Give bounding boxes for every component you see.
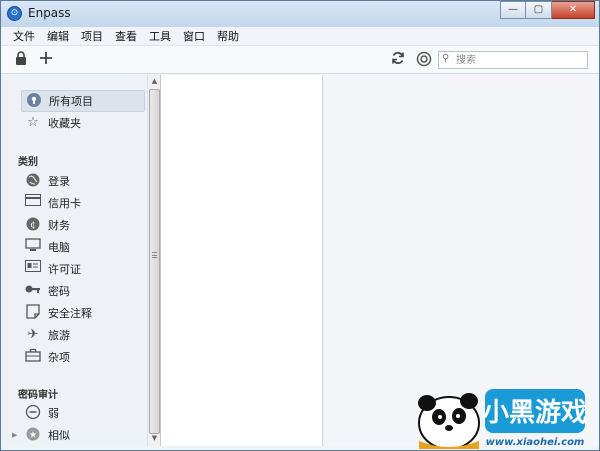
xiaohei-watermark-logo: 小黑游戏 www.xiaohei.com (407, 383, 600, 450)
menu-edit[interactable]: 编辑 (41, 28, 75, 44)
star-icon: ☆ (27, 115, 39, 130)
gear-icon[interactable] (415, 51, 433, 69)
finance-icon: ¢ (24, 216, 42, 234)
sidebar-item-travel[interactable]: ✈ 旅游 (21, 324, 145, 346)
vault-icon (25, 92, 43, 110)
sidebar-item-weak[interactable]: 弱 (21, 402, 145, 424)
svg-text:¢: ¢ (30, 221, 36, 231)
search-input[interactable] (456, 52, 584, 68)
sidebar-item-favorites[interactable]: ☆ 收藏夹 (21, 112, 145, 134)
window-controls: — ▢ ✕ (500, 1, 595, 19)
airplane-icon: ✈ (27, 327, 39, 342)
scroll-down-icon[interactable]: ▼ (148, 432, 161, 445)
scroll-up-icon[interactable]: ▲ (148, 75, 161, 88)
sidebar-item-label: 相似 (48, 429, 70, 442)
item-list-pane[interactable] (161, 75, 323, 446)
sidebar-item-label: 信用卡 (48, 197, 81, 210)
sidebar-scrollbar[interactable]: ▲ ▼ (147, 75, 161, 446)
note-icon (24, 304, 42, 322)
enpass-logo-icon: ⊙ (7, 6, 22, 21)
password-audit-header: 密码审计 (18, 390, 58, 401)
sidebar-item-label: 收藏夹 (48, 117, 81, 130)
grip-icon (152, 252, 157, 258)
sidebar-item-label: 密码 (48, 285, 70, 298)
menu-bar: 文件 编辑 项目 查看 工具 窗口 帮助 (1, 27, 599, 46)
sidebar-item-similar[interactable]: ★ 相似 (21, 424, 145, 446)
globe-icon (24, 172, 42, 190)
window-title: Enpass (28, 6, 71, 20)
sidebar-item-label: 旅游 (48, 329, 70, 342)
briefcase-icon (24, 348, 42, 366)
titlebar: ⊙ Enpass — ▢ ✕ (1, 1, 599, 27)
svg-text:★: ★ (29, 431, 37, 441)
minimize-button[interactable]: — (500, 1, 526, 19)
sidebar-item-label: 安全注释 (48, 307, 92, 320)
menu-view[interactable]: 查看 (109, 28, 143, 44)
menu-file[interactable]: 文件 (7, 28, 41, 44)
sidebar-item-label: 所有项目 (49, 95, 93, 108)
sidebar-item-all-items[interactable]: 所有项目 (21, 90, 145, 112)
credit-card-icon (24, 194, 42, 212)
similar-icon: ★ (24, 426, 42, 444)
lock-icon[interactable] (12, 51, 30, 69)
weak-icon (24, 404, 42, 422)
sidebar-item-misc[interactable]: 杂项 (21, 346, 145, 368)
category-header: 类别 (18, 157, 38, 168)
computer-icon (24, 238, 42, 256)
sync-icon[interactable] (389, 51, 407, 69)
sidebar-item-label: 电脑 (48, 241, 70, 254)
sidebar-item-login[interactable]: 登录 (21, 170, 145, 192)
scroll-thumb[interactable] (149, 89, 160, 434)
sidebar-item-computer[interactable]: 电脑 (21, 236, 145, 258)
sidebar-item-label: 财务 (48, 219, 70, 232)
sidebar-item-label: 弱 (48, 407, 59, 420)
menu-tools[interactable]: 工具 (143, 28, 177, 44)
sidebar-item-label: 杂项 (48, 351, 70, 364)
sidebar-item-password[interactable]: 密码 (21, 280, 145, 302)
sidebar-item-label: 登录 (48, 175, 70, 188)
sidebar-item-secure-note[interactable]: 安全注释 (21, 302, 145, 324)
key-icon (24, 282, 42, 300)
license-icon (24, 260, 42, 278)
sidebar-item-credit-card[interactable]: 信用卡 (21, 192, 145, 214)
close-button[interactable]: ✕ (552, 1, 595, 19)
plus-icon[interactable] (37, 51, 55, 69)
menu-help[interactable]: 帮助 (211, 28, 245, 44)
sidebar: 所有项目 ☆ 收藏夹 类别 登录 信用卡 ¢ 财务 电脑 许可证 密码 安全注释… (1, 75, 147, 446)
sidebar-item-license[interactable]: 许可证 (21, 258, 145, 280)
menu-window[interactable]: 窗口 (177, 28, 211, 44)
expand-arrow-icon[interactable]: ▶ (12, 431, 17, 439)
menu-item[interactable]: 项目 (75, 28, 109, 44)
search-field[interactable]: ⚲ (438, 51, 588, 69)
watermark-brand: 小黑游戏 (483, 398, 587, 428)
sidebar-item-label: 许可证 (48, 263, 81, 276)
search-icon: ⚲ (442, 53, 450, 64)
maximize-button[interactable]: ▢ (526, 1, 552, 19)
watermark-url: www.xiaohei.com (486, 437, 585, 448)
sidebar-item-finance[interactable]: ¢ 财务 (21, 214, 145, 236)
app-window: ⊙ Enpass — ▢ ✕ 文件 编辑 项目 查看 工具 窗口 帮助 ⚲ 搜索… (0, 0, 600, 451)
